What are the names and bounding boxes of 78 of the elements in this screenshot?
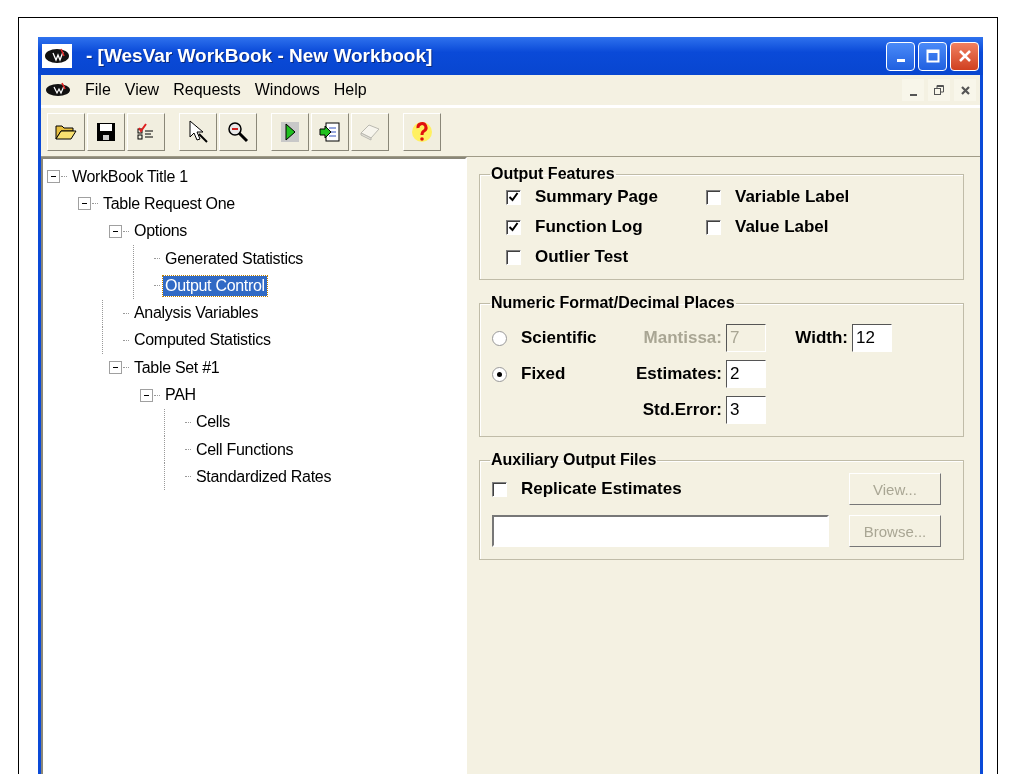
minimize-icon	[909, 94, 917, 96]
field-label: Estimates:	[635, 364, 723, 384]
tree-item[interactable]: Output Control	[163, 275, 267, 296]
menu-item[interactable]: File	[85, 81, 111, 99]
toolbar-button[interactable]	[47, 113, 85, 151]
tree-item[interactable]: PAH	[163, 385, 198, 405]
checkbox-label: Variable Label	[735, 187, 850, 207]
magnifier-icon	[227, 121, 249, 143]
restore-button[interactable]	[928, 79, 950, 101]
maximize-button[interactable]	[918, 41, 947, 71]
tree-item[interactable]: Generated Statistics	[163, 248, 306, 269]
checkbox-label: Function Log	[535, 217, 643, 237]
field-label: Mantissa:	[642, 328, 723, 348]
collapse-box[interactable]	[78, 197, 91, 211]
maximize-icon	[925, 49, 940, 63]
field-label: Std.Error:	[641, 400, 723, 420]
tree-item[interactable]: Computed Statistics	[132, 330, 273, 351]
input-field[interactable]: 3	[726, 396, 766, 424]
checkbox[interactable]	[506, 189, 521, 205]
book-icon	[359, 123, 381, 141]
close-button[interactable]	[950, 41, 979, 71]
file-path-field[interactable]	[492, 515, 829, 547]
tree-item[interactable]: Table Request One	[101, 193, 237, 214]
toolbar-button[interactable]	[311, 113, 349, 151]
group-title: Auxiliary Output Files	[490, 451, 658, 469]
tree-item[interactable]: WorkBook Title 1	[70, 166, 190, 187]
folder-icon	[55, 123, 77, 141]
tree-item[interactable]: Standardized Rates	[194, 466, 334, 487]
close-button[interactable]	[954, 79, 976, 101]
radio-button[interactable]	[492, 366, 507, 382]
menu-item[interactable]: View	[124, 81, 160, 99]
toolbar-button[interactable]	[219, 113, 257, 151]
restore-icon	[933, 84, 945, 96]
field-label: Width:	[794, 328, 849, 348]
app-logo-icon	[42, 44, 72, 68]
checkbox-label: Replicate Estimates	[521, 479, 682, 499]
menu-item[interactable]: Requests	[173, 81, 241, 99]
group-title: Output Features	[490, 165, 616, 183]
toolbar-button[interactable]	[87, 113, 125, 151]
tree-item[interactable]: Table Set #1	[132, 357, 222, 378]
radio-button[interactable]	[492, 330, 507, 346]
group-title: Numeric Format/Decimal Places	[490, 294, 736, 312]
tree-item[interactable]: Cell Functions	[194, 439, 296, 460]
tree-item[interactable]: Cells	[194, 412, 233, 433]
collapse-box[interactable]	[47, 170, 60, 184]
toolbar-button[interactable]	[179, 113, 217, 151]
checkbox-label: Summary Page	[535, 187, 658, 207]
checkbox[interactable]	[706, 219, 721, 235]
collapse-box[interactable]	[140, 388, 153, 402]
play-icon	[280, 121, 300, 143]
input-field[interactable]: 12	[852, 324, 892, 352]
checkbox[interactable]	[506, 249, 521, 265]
toolbar-button[interactable]	[271, 113, 309, 151]
input-field[interactable]: 2	[726, 360, 766, 388]
tree-item[interactable]: Options	[132, 221, 190, 242]
window-title: - [WesVar WorkBook - New Workbook]	[86, 45, 434, 67]
checkbox-label: Outlier Test	[535, 247, 629, 267]
checklist-icon	[136, 122, 156, 142]
menu-item[interactable]: Help	[333, 81, 367, 99]
close-icon	[957, 49, 972, 63]
minimize-button[interactable]	[902, 79, 924, 101]
document-arrow-icon	[319, 121, 341, 143]
minimize-button[interactable]	[886, 41, 915, 71]
checkbox[interactable]	[492, 481, 507, 497]
close-icon	[959, 84, 971, 96]
collapse-box[interactable]	[109, 224, 122, 238]
radio-label: Fixed	[521, 364, 566, 384]
minimize-icon	[896, 59, 905, 62]
menu-item[interactable]: Windows	[254, 81, 320, 99]
app-logo-icon	[45, 82, 71, 98]
tree-item[interactable]: Analysis Variables	[132, 303, 261, 324]
radio-label: Scientific	[521, 328, 597, 348]
help-icon	[411, 120, 433, 144]
checkbox[interactable]	[506, 219, 521, 235]
collapse-box[interactable]	[109, 361, 122, 375]
checkbox[interactable]	[706, 189, 721, 205]
pointer-icon	[187, 120, 209, 144]
checkbox-label: Value Label	[735, 217, 829, 237]
